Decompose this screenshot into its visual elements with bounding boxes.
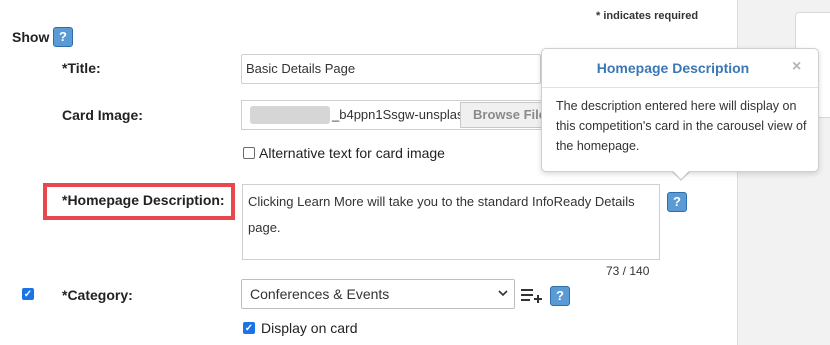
category-help-icon[interactable]: ?: [550, 286, 570, 306]
category-checkbox[interactable]: ✓: [22, 288, 34, 300]
alt-text-checkbox[interactable]: [243, 147, 255, 159]
homepage-description-label: *Homepage Description:: [62, 192, 225, 208]
chevron-down-icon: [498, 290, 508, 297]
popover-divider: [542, 87, 818, 88]
homepage-description-textarea[interactable]: Clicking Learn More will take you to the…: [242, 184, 660, 260]
homepage-description-help-icon[interactable]: ?: [667, 192, 687, 212]
alt-text-label: Alternative text for card image: [259, 145, 445, 161]
category-label: *Category:: [62, 287, 133, 303]
popover-arrow-inner: [672, 170, 690, 179]
category-select[interactable]: Conferences & Events: [241, 279, 515, 309]
display-on-card-label: Display on card: [261, 320, 358, 336]
card-image-file-name: _b4ppn1Ssgw-unsplas: [332, 107, 464, 122]
show-label: Show: [12, 29, 50, 45]
popover-body: The description entered here will displa…: [556, 99, 807, 153]
display-on-card-checkbox[interactable]: ✓: [243, 322, 255, 334]
title-input[interactable]: Basic Details Page: [241, 54, 541, 84]
character-counter: 73 / 140: [606, 264, 650, 278]
required-note: * indicates required: [596, 10, 699, 22]
close-icon[interactable]: ×: [792, 58, 801, 76]
playlist-add-icon[interactable]: [521, 287, 543, 303]
redacted-file-path: [250, 106, 330, 124]
title-label: *Title:: [62, 60, 101, 76]
show-help-icon[interactable]: ?: [53, 27, 73, 47]
browse-file-button[interactable]: Browse File: [460, 102, 544, 128]
card-image-label: Card Image:: [62, 107, 143, 123]
popover-title: Homepage Description: [596, 60, 750, 76]
